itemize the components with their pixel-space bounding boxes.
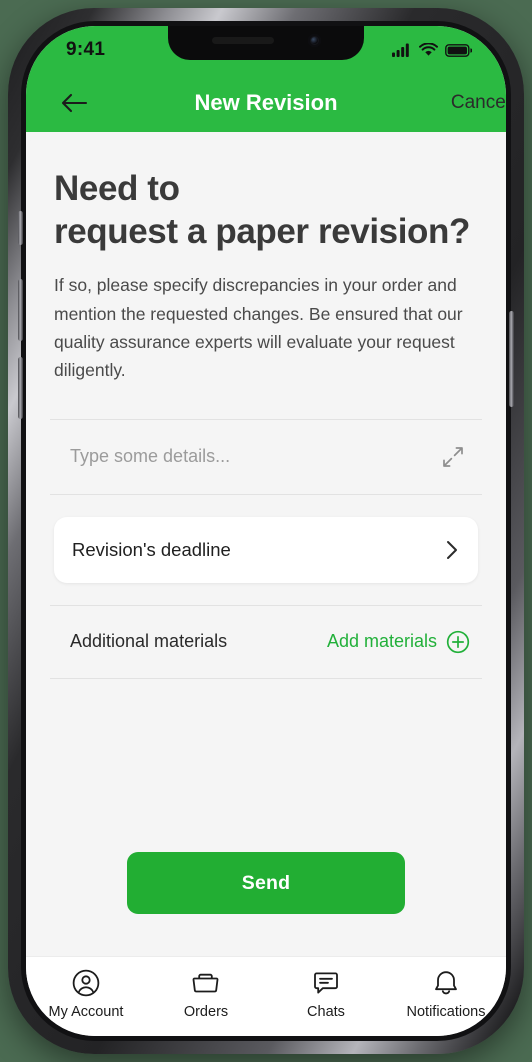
body-paragraph: If so, please specify discrepancies in y… <box>54 275 463 381</box>
silent-switch[interactable] <box>18 211 23 245</box>
send-button[interactable]: Send <box>127 852 405 914</box>
notch <box>168 26 364 60</box>
back-button[interactable] <box>54 83 94 123</box>
bell-icon <box>435 971 457 995</box>
page-title: New Revision <box>194 90 338 115</box>
tab-label: Notifications <box>406 1004 486 1020</box>
cellular-signal-icon <box>392 43 409 57</box>
expand-diagonal-icon <box>443 446 463 467</box>
volume-up-button[interactable] <box>18 279 23 341</box>
plus-circle-icon <box>446 630 470 653</box>
heading-line-1: Need to <box>54 169 180 208</box>
status-icons <box>392 43 472 57</box>
materials-row: Additional materials Add materials <box>54 606 478 678</box>
deadline-row[interactable]: Revision's deadline <box>54 516 478 583</box>
chevron-right-icon <box>447 540 457 559</box>
status-time: 9:41 <box>66 39 106 60</box>
tab-notifications[interactable]: Notifications <box>390 968 502 1020</box>
arrow-left-icon <box>61 93 88 113</box>
battery-icon <box>445 43 472 57</box>
nav-header: New Revision Cancel <box>26 74 506 132</box>
expand-button[interactable] <box>442 446 464 468</box>
details-field-row[interactable]: Type some details... <box>54 420 478 494</box>
phone-bezel: 9:41 New Revision Cancel Need to request… <box>18 21 514 1041</box>
wifi-icon <box>419 43 438 56</box>
details-input[interactable]: Type some details... <box>70 446 230 467</box>
chat-bubble-icon <box>314 972 338 994</box>
phone-screen: 9:41 New Revision Cancel Need to request… <box>26 26 506 1036</box>
tab-my-account[interactable]: My Account <box>30 968 142 1020</box>
heading-line-2: request a paper revision? <box>54 211 470 251</box>
divider-details <box>50 493 482 495</box>
tab-label: Orders <box>183 1004 229 1020</box>
materials-label: Additional materials <box>70 631 228 652</box>
volume-down-button[interactable] <box>18 357 23 419</box>
tab-orders[interactable]: Orders <box>150 968 262 1020</box>
tab-chats[interactable]: Chats <box>270 968 382 1020</box>
user-circle-icon <box>72 969 100 997</box>
cancel-button[interactable]: Cancel <box>451 92 506 114</box>
tab-label: Chats <box>307 1004 345 1020</box>
earpiece-speaker <box>211 37 274 44</box>
add-materials-button[interactable]: Add materials <box>327 630 470 654</box>
front-camera-icon <box>307 34 321 47</box>
add-materials-label: Add materials <box>326 631 437 652</box>
heading: Need to request a paper revision? <box>54 168 478 253</box>
tab-label: My Account <box>48 1004 124 1020</box>
folder-icon <box>192 973 219 993</box>
deadline-label: Revision's deadline <box>72 538 231 560</box>
bottom-tab-bar: My Account Orders Chats Notifications <box>26 956 506 1036</box>
power-button[interactable] <box>509 311 514 407</box>
phone-frame: 9:41 New Revision Cancel Need to request… <box>8 8 524 1054</box>
content-sheet: Need to request a paper revision? If so,… <box>26 132 506 956</box>
